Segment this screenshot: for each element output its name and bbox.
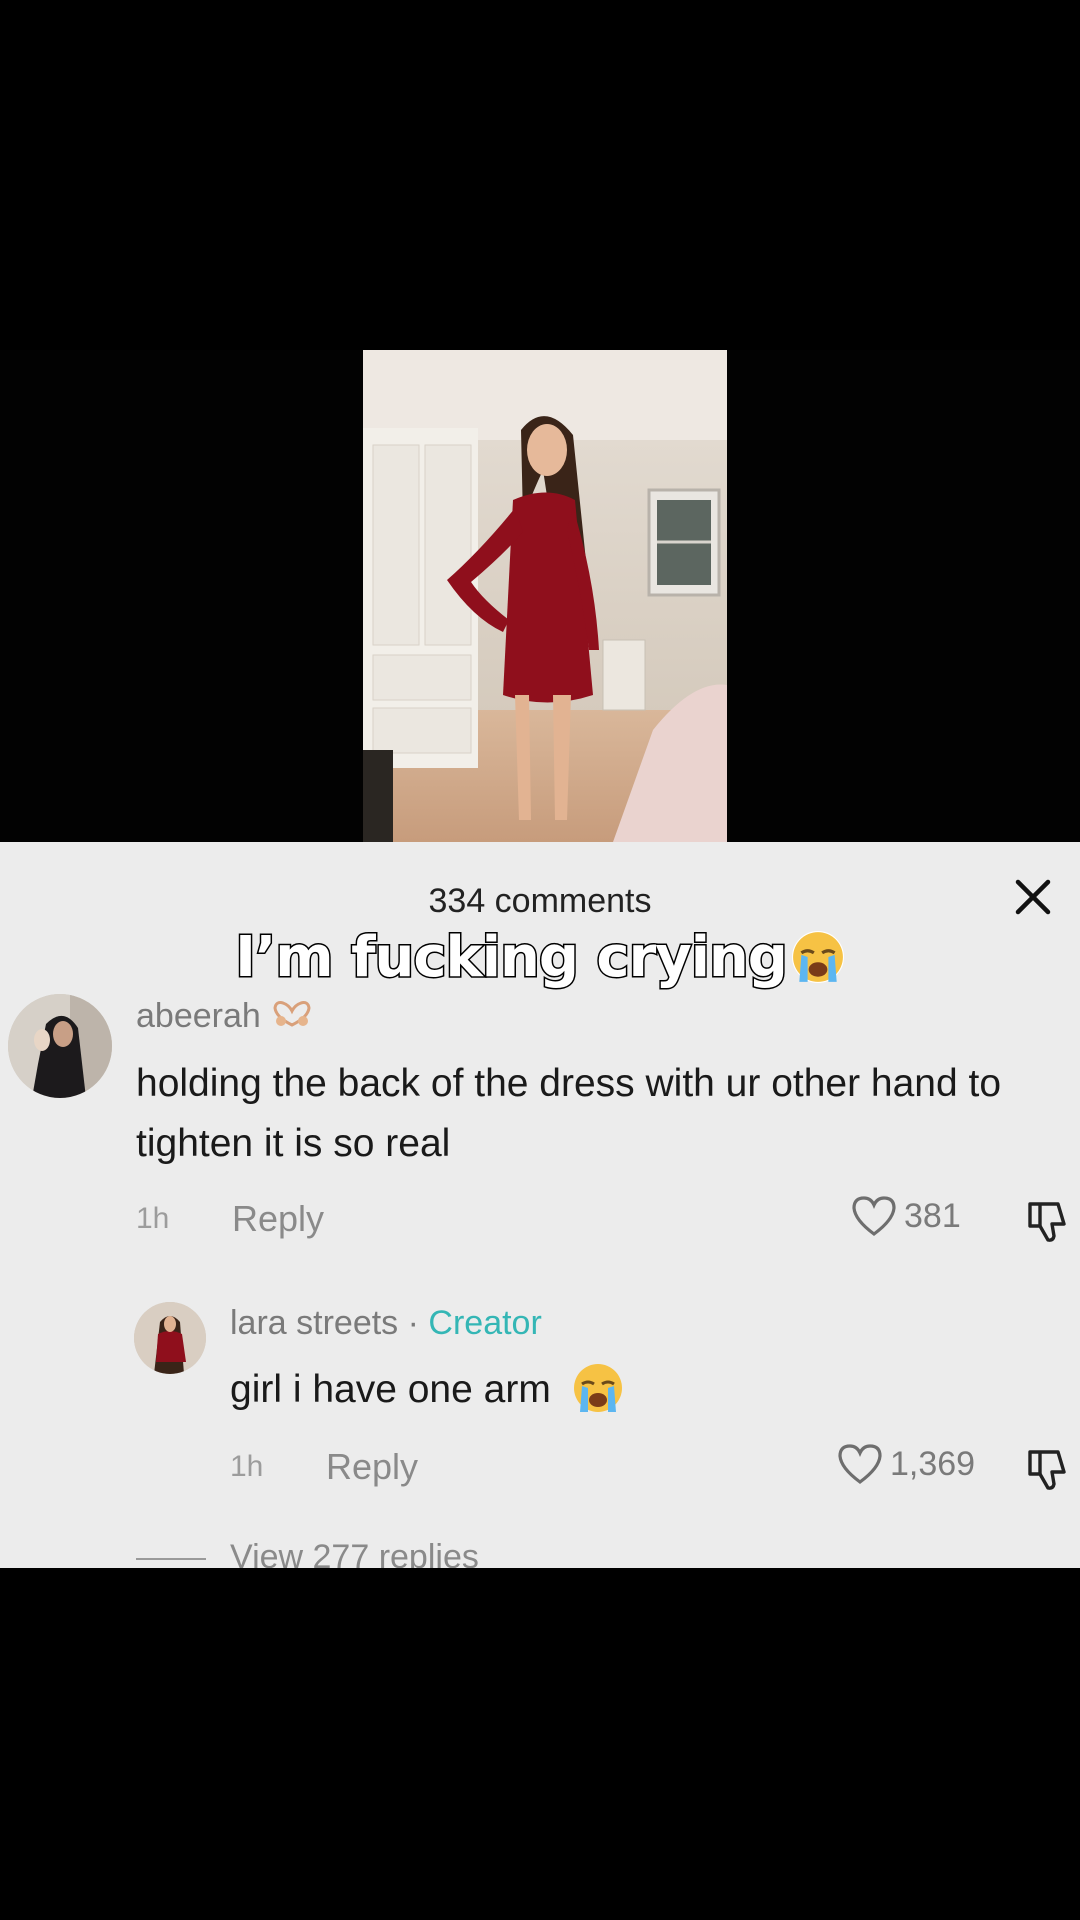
comment-username[interactable]: lara streets · Creator — [230, 1304, 542, 1343]
comment-username[interactable]: abeerah — [136, 997, 314, 1036]
loudly-crying-face-icon — [572, 1362, 624, 1414]
comment-time: 1h — [136, 1202, 170, 1235]
like-button[interactable]: 381 — [850, 1194, 961, 1238]
reply-button[interactable]: Reply — [232, 1198, 324, 1240]
like-button[interactable]: 1,369 — [836, 1442, 975, 1486]
comment-text: girl i have one arm — [230, 1360, 1030, 1420]
heart-hands-icon — [270, 999, 314, 1029]
video-thumbnail — [363, 350, 727, 842]
like-count: 1,369 — [890, 1444, 976, 1483]
heart-icon — [836, 1442, 884, 1486]
overlay-caption: I’m fucking crying — [0, 924, 1080, 992]
reply-button[interactable]: Reply — [326, 1446, 418, 1488]
loudly-crying-face-icon — [791, 930, 845, 984]
dislike-icon[interactable] — [1024, 1446, 1070, 1492]
comment-text: holding the back of the dress with ur ot… — [136, 1062, 1002, 1165]
avatar[interactable] — [134, 1302, 206, 1374]
close-icon[interactable] — [1008, 872, 1058, 922]
video-player[interactable] — [0, 350, 1080, 842]
avatar[interactable] — [8, 994, 112, 1098]
divider — [136, 1558, 206, 1560]
comment-count: 334 comments — [428, 882, 652, 920]
comment-time: 1h — [230, 1450, 264, 1483]
heart-icon — [850, 1194, 898, 1238]
creator-badge: Creator — [428, 1304, 542, 1342]
dislike-icon[interactable] — [1024, 1198, 1070, 1244]
like-count: 381 — [904, 1196, 961, 1235]
view-replies-button[interactable]: View 277 replies — [230, 1538, 479, 1568]
